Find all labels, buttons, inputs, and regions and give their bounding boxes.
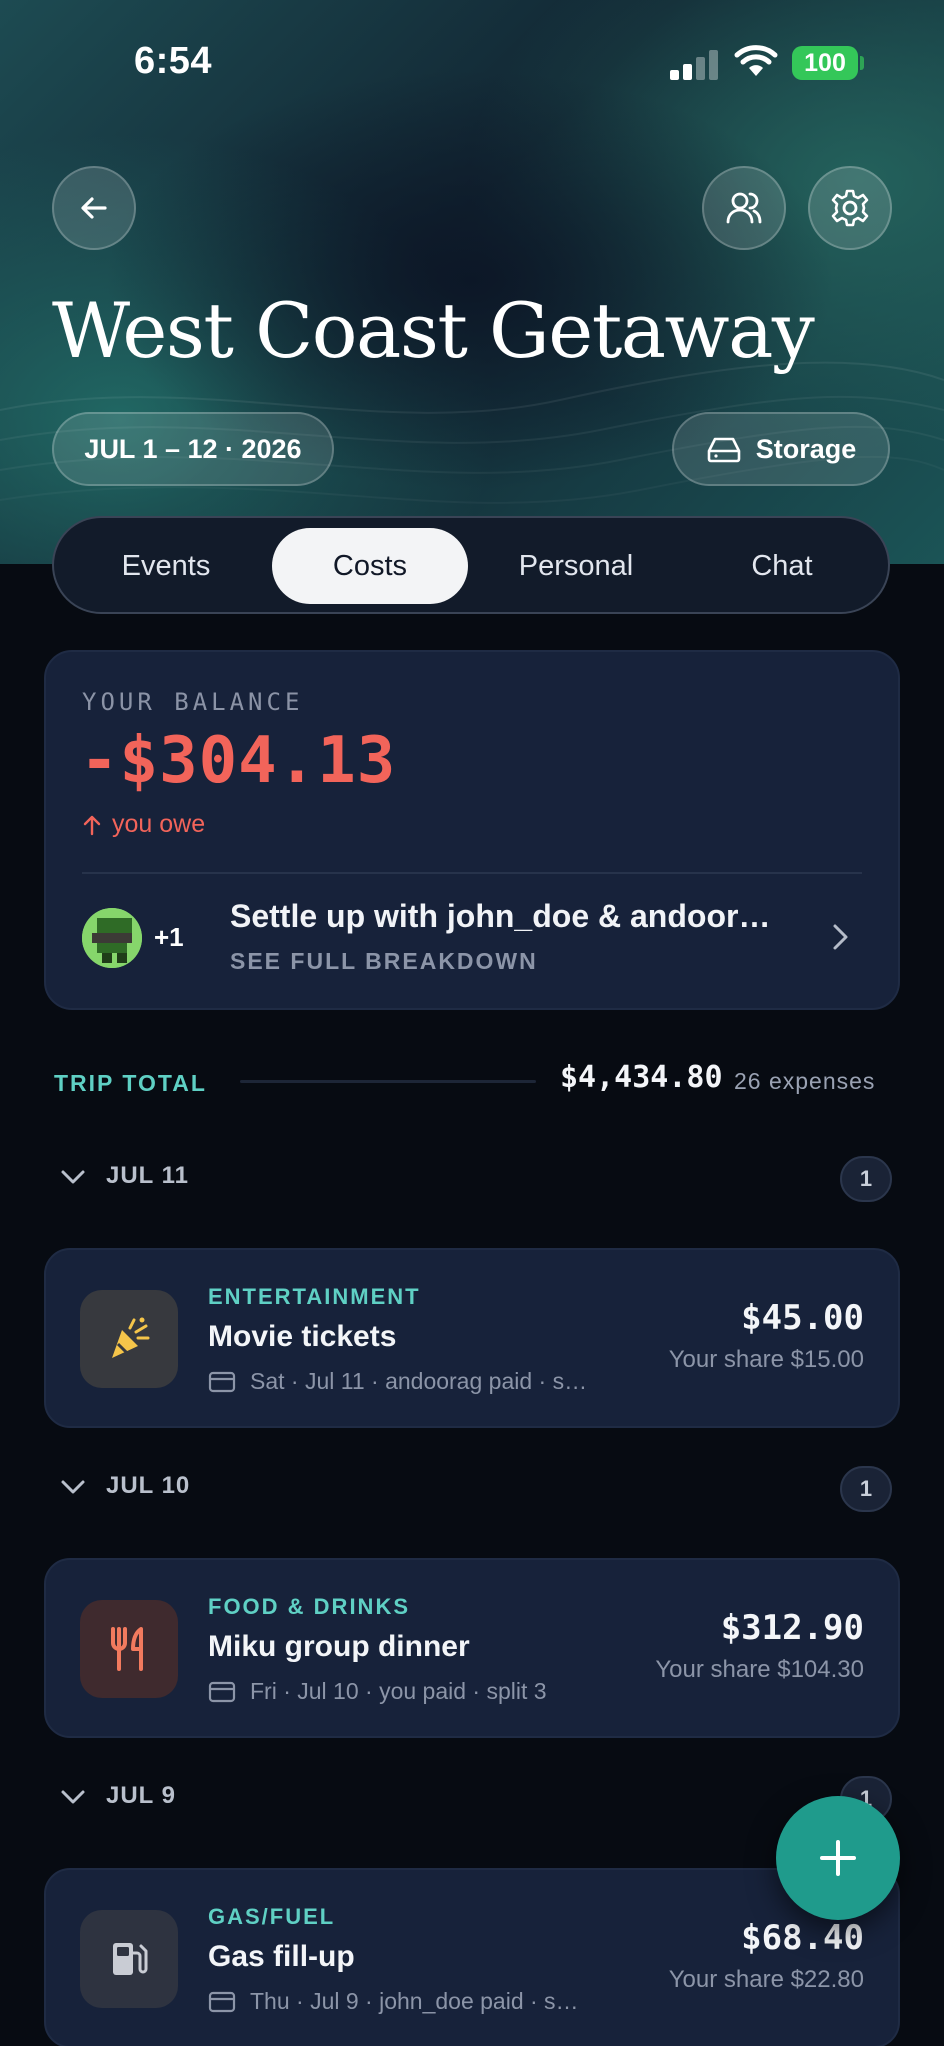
settle-up-subtitle: SEE FULL BREAKDOWN xyxy=(230,948,538,974)
expense-card[interactable]: ENTERTAINMENT Movie tickets Sat · Jul 11… xyxy=(44,1248,900,1428)
back-button[interactable] xyxy=(52,166,136,250)
expense-amount: $68.40 xyxy=(741,1918,864,1958)
group-date: JUL 9 xyxy=(106,1782,176,1809)
tab-chat[interactable]: Chat xyxy=(684,528,880,604)
balance-direction: you owe xyxy=(82,810,205,839)
chevron-down-icon xyxy=(61,1480,85,1494)
group-count-badge: 1 xyxy=(840,1156,892,1202)
divider xyxy=(82,872,862,874)
chevron-down-icon xyxy=(61,1790,85,1804)
expense-share: Your share $22.80 xyxy=(668,1966,864,1993)
arrow-up-icon xyxy=(83,815,101,835)
balance-label: YOUR BALANCE xyxy=(82,688,304,716)
plus-icon xyxy=(820,1840,856,1876)
chevron-right-icon xyxy=(833,924,848,950)
expense-name: Movie tickets xyxy=(208,1320,397,1353)
trip-total-label: TRIP TOTAL xyxy=(54,1070,207,1096)
party-popper-icon xyxy=(112,1317,150,1358)
expense-meta: Fri · Jul 10 · you paid · split 3 xyxy=(208,1678,547,1705)
credit-card-icon xyxy=(208,1991,236,2012)
expense-card[interactable]: GAS/FUEL Gas fill-up Thu · Jul 9 · john_… xyxy=(44,1868,900,2046)
status-time: 6:54 xyxy=(134,40,213,82)
expense-share: Your share $15.00 xyxy=(668,1346,864,1373)
storage-label: Storage xyxy=(755,433,857,464)
tab-events[interactable]: Events xyxy=(68,528,264,604)
date-group-header[interactable]: JUL 10 1 xyxy=(54,1466,892,1514)
category-icon-box xyxy=(80,1600,178,1698)
trip-dates-label: JUL 1 – 12 · 2026 xyxy=(84,433,302,464)
trip-dates-button[interactable]: JUL 1 – 12 · 2026 xyxy=(52,412,334,486)
status-bar: 6:54 100 xyxy=(0,0,944,120)
expense-meta: Thu · Jul 9 · john_doe paid · s… xyxy=(208,1988,579,2015)
arrow-left-icon xyxy=(81,197,107,219)
battery-indicator: 100 xyxy=(792,46,858,80)
category-icon-box xyxy=(80,1910,178,2008)
expense-meta-text: Fri · Jul 10 · you paid · split 3 xyxy=(250,1678,547,1704)
hard-drive-icon xyxy=(707,437,741,463)
trip-title: West Coast Getaway xyxy=(52,286,815,375)
tab-costs[interactable]: Costs xyxy=(272,528,468,604)
trip-total-amount: $4,434.80 xyxy=(560,1060,723,1095)
trip-total-divider xyxy=(240,1080,536,1083)
expense-category: ENTERTAINMENT xyxy=(208,1284,421,1309)
balance-card: YOUR BALANCE -$304.13 you owe +1 Settle … xyxy=(44,650,900,1010)
category-icon-box xyxy=(80,1290,178,1388)
fuel-pump-icon xyxy=(113,1943,148,1975)
expense-amount: $45.00 xyxy=(741,1298,864,1338)
date-group-header[interactable]: JUL 9 1 xyxy=(54,1776,892,1824)
group-count-badge: 1 xyxy=(840,1466,892,1512)
expense-meta: Sat · Jul 11 · andoorag paid · s… xyxy=(208,1368,587,1395)
add-expense-button[interactable] xyxy=(776,1796,900,1920)
credit-card-icon xyxy=(208,1371,236,1392)
cellular-signal-icon xyxy=(670,50,718,80)
expense-category: GAS/FUEL xyxy=(208,1904,336,1929)
wifi-icon xyxy=(734,45,778,76)
expense-card[interactable]: FOOD & DRINKS Miku group dinner Fri · Ju… xyxy=(44,1558,900,1738)
storage-button[interactable]: Storage xyxy=(672,412,890,486)
group-date: JUL 10 xyxy=(106,1472,191,1499)
tab-personal[interactable]: Personal xyxy=(478,528,674,604)
chevron-down-icon xyxy=(61,1170,85,1184)
expense-meta-text: Thu · Jul 9 · john_doe paid · s… xyxy=(250,1988,579,2014)
expense-meta-text: Sat · Jul 11 · andoorag paid · s… xyxy=(250,1368,588,1394)
avatar xyxy=(82,908,142,968)
settle-up-title: Settle up with john_doe & andoor… xyxy=(230,898,771,934)
expense-category: FOOD & DRINKS xyxy=(208,1594,410,1619)
members-button[interactable] xyxy=(702,166,786,250)
gear-icon xyxy=(831,189,869,227)
balance-direction-label: you owe xyxy=(112,810,206,838)
utensils-icon xyxy=(111,1627,143,1671)
expense-share: Your share $104.30 xyxy=(655,1656,864,1683)
date-group-header[interactable]: JUL 11 1 xyxy=(54,1156,892,1204)
group-date: JUL 11 xyxy=(106,1162,189,1189)
users-icon xyxy=(726,192,762,224)
credit-card-icon xyxy=(208,1681,236,1702)
extra-members-count: +1 xyxy=(154,922,184,952)
battery-tip xyxy=(860,56,864,70)
expense-name: Gas fill-up xyxy=(208,1940,355,1973)
pixel-avatar-image xyxy=(82,908,142,968)
trip-tabs: Events Costs Personal Chat xyxy=(52,516,890,614)
settings-button[interactable] xyxy=(808,166,892,250)
expense-name: Miku group dinner xyxy=(208,1630,470,1663)
balance-amount: -$304.13 xyxy=(80,724,397,798)
trip-expense-count: 26 expenses xyxy=(734,1068,876,1094)
expense-amount: $312.90 xyxy=(720,1608,864,1648)
